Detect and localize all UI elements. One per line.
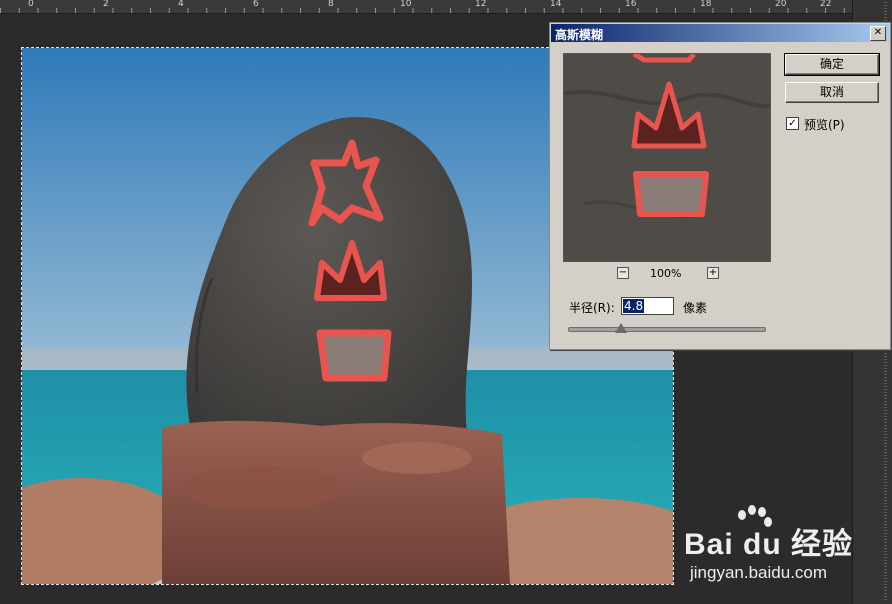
radius-slider-thumb[interactable] [614, 323, 627, 333]
cancel-button[interactable]: 取消 [785, 82, 879, 103]
dialog-title: 高斯模糊 [555, 28, 604, 42]
close-button[interactable]: ✕ [870, 26, 886, 41]
radius-label: 半径(R): [569, 301, 615, 315]
dialog-titlebar[interactable]: 高斯模糊 ✕ [551, 24, 889, 42]
preview-image [564, 54, 770, 261]
blur-preview[interactable] [563, 53, 771, 262]
preview-checkbox[interactable]: ✓ [786, 117, 799, 130]
radius-slider[interactable] [568, 327, 766, 332]
paw-icon [738, 505, 772, 527]
radius-value: 4.8 [623, 299, 645, 313]
preview-checkbox-label[interactable]: 预览(P) [804, 116, 845, 133]
gaussian-blur-dialog[interactable]: 高斯模糊 ✕ − 100% + 确定 取消 ✓ 预览(P) 半径(R): 4.8… [549, 22, 891, 350]
radius-unit: 像素 [683, 301, 708, 315]
horizontal-ruler: 0 2 4 6 8 10 12 14 16 18 20 22 [0, 0, 852, 14]
carved-char-mouth [316, 329, 392, 382]
zoom-level: 100% [650, 267, 682, 280]
zoom-in-icon[interactable]: + [707, 267, 719, 279]
watermark-url: jingyan.baidu.com [690, 563, 828, 582]
ok-button[interactable]: 确定 [784, 53, 880, 76]
radius-input[interactable]: 4.8 [621, 297, 674, 315]
baidu-jingyan-watermark: Bai du 经验 jingyan.baidu.com [684, 505, 854, 595]
zoom-out-icon[interactable]: − [617, 267, 629, 279]
ruler-ticks [0, 0, 852, 13]
preview-carved-mouth [633, 171, 709, 217]
